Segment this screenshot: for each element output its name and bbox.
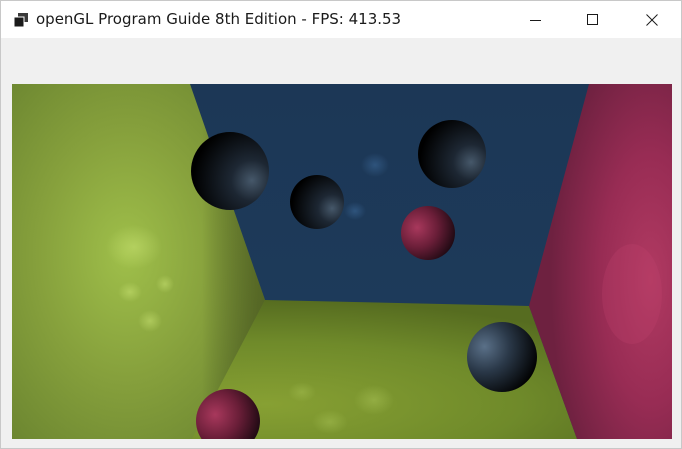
light-glow <box>354 385 394 415</box>
light-glow <box>156 275 174 293</box>
app-window: openGL Program Guide 8th Edition - FPS: … <box>0 0 682 449</box>
light-glow <box>361 153 389 177</box>
window-title: openGL Program Guide 8th Edition - FPS: … <box>36 10 402 28</box>
app-icon <box>13 13 28 28</box>
light-glow <box>602 244 662 344</box>
sphere-red <box>401 206 455 260</box>
minimize-button[interactable] <box>513 1 559 38</box>
render-scene <box>12 84 672 439</box>
light-glow <box>344 202 366 220</box>
close-icon <box>646 13 658 26</box>
light-glow <box>288 382 316 402</box>
title-bar[interactable]: openGL Program Guide 8th Edition - FPS: … <box>1 1 681 38</box>
light-glow <box>106 225 162 269</box>
light-glow <box>138 310 162 332</box>
light-glow <box>118 282 142 302</box>
maximize-icon <box>587 13 598 25</box>
maximize-button[interactable] <box>570 1 616 38</box>
sphere-dark <box>191 132 269 210</box>
sphere-dark <box>418 120 486 188</box>
close-button[interactable] <box>629 1 675 38</box>
sphere-dark <box>467 322 537 392</box>
sphere-dark <box>290 175 344 229</box>
light-glow <box>312 410 348 434</box>
opengl-viewport[interactable] <box>12 84 672 439</box>
minimize-icon <box>530 19 541 21</box>
